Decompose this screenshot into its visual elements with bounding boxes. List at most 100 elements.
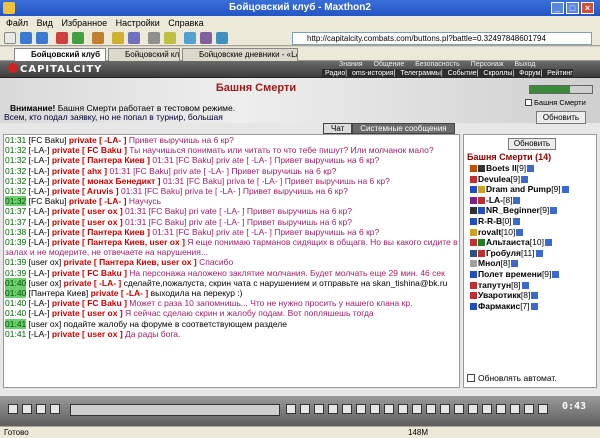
- user-list-item[interactable]: -LA-[8]: [470, 195, 596, 206]
- option-icon[interactable]: [342, 404, 352, 414]
- user-name[interactable]: Уваротикк: [478, 290, 521, 300]
- user-name[interactable]: R-R-B: [478, 216, 502, 226]
- option-icon[interactable]: [440, 404, 450, 414]
- chat-private[interactable]: private [ Пантера Киев, user ox ]: [52, 237, 185, 247]
- option-icon[interactable]: [412, 404, 422, 414]
- chat-nick[interactable]: [user ox]: [29, 257, 62, 267]
- chat-nick[interactable]: [-LA-]: [29, 329, 50, 339]
- user-name[interactable]: Мнол: [478, 258, 501, 268]
- nav-security[interactable]: Безопасность: [415, 61, 460, 68]
- info-icon[interactable]: [552, 270, 560, 278]
- scroll-icon[interactable]: [328, 404, 338, 414]
- browser-tab[interactable]: Бойцовские дневники - «LA» - ...: [182, 48, 298, 61]
- address-bar[interactable]: http://capitalcity.combats.com/buttons.p…: [292, 32, 592, 45]
- pen-icon[interactable]: [164, 32, 176, 44]
- user-list-item[interactable]: Devulea[9]: [470, 174, 596, 185]
- nav-communication[interactable]: Общение: [374, 61, 405, 68]
- tab-system-messages[interactable]: Системные сообщения: [352, 123, 455, 134]
- refresh-icon[interactable]: [72, 32, 84, 44]
- chat-nick[interactable]: [FC Baku]: [29, 196, 67, 206]
- sound-icon[interactable]: [314, 404, 324, 414]
- chat-nick[interactable]: [-LA-]: [29, 268, 50, 278]
- menu-file[interactable]: Файл: [6, 18, 28, 28]
- chat-private[interactable]: private [ user ox ]: [52, 329, 123, 339]
- info-icon[interactable]: [511, 260, 519, 268]
- split-icon[interactable]: [200, 32, 212, 44]
- chat-private[interactable]: private [ user ox ]: [52, 206, 123, 216]
- chat-nick[interactable]: [-LA-]: [29, 155, 50, 165]
- browser-tab[interactable]: Бойцовский клуб: [108, 48, 180, 61]
- chat-nick[interactable]: [user ox]: [29, 278, 62, 288]
- nav-exit[interactable]: Выход: [514, 61, 535, 68]
- stop-icon[interactable]: [56, 32, 68, 44]
- menu-help[interactable]: Справка: [168, 18, 203, 28]
- option-icon[interactable]: [510, 404, 520, 414]
- browser-tab[interactable]: Бойцовский клуб: [14, 48, 106, 61]
- chat-private[interactable]: private [ user ox ]: [52, 308, 123, 318]
- chat-private[interactable]: private [ -LA- ]: [69, 135, 127, 145]
- tower-checkbox[interactable]: Башня Смерти: [525, 98, 586, 107]
- refresh-top-button[interactable]: Обновить: [536, 111, 586, 124]
- tab-chat[interactable]: Чат: [323, 123, 353, 134]
- user-list-item[interactable]: тапутун[8]: [470, 280, 596, 291]
- chat-nick[interactable]: [-LA-]: [29, 166, 50, 176]
- option-icon[interactable]: [370, 404, 380, 414]
- info-icon[interactable]: [521, 281, 529, 289]
- color-icon[interactable]: [22, 404, 32, 414]
- chat-private[interactable]: private [ -LA- ]: [91, 288, 149, 298]
- option-icon[interactable]: [496, 404, 506, 414]
- history-icon[interactable]: [128, 32, 140, 44]
- translit-icon[interactable]: [36, 404, 46, 414]
- nav-forum[interactable]: Форум: [519, 70, 540, 77]
- favorites-icon[interactable]: [112, 32, 124, 44]
- chat-nick[interactable]: [-LA-]: [29, 217, 50, 227]
- user-list-item[interactable]: Dram and Pump[9]: [470, 184, 596, 195]
- maximize-button[interactable]: □: [566, 2, 579, 14]
- user-list-item[interactable]: Фармакис[7]: [470, 301, 596, 312]
- user-name[interactable]: -LA-: [486, 195, 503, 205]
- nav-radio[interactable]: Радио: [325, 70, 345, 77]
- chat-private[interactable]: private [ Пантера Киев, user ox ]: [64, 257, 197, 267]
- refresh-users-button[interactable]: Обновить: [508, 138, 556, 150]
- info-icon[interactable]: [550, 207, 558, 215]
- chat-private[interactable]: private [ FC Baku ]: [52, 268, 127, 278]
- close-button[interactable]: ×: [581, 2, 594, 14]
- clear-icon[interactable]: [50, 404, 60, 414]
- mail-icon[interactable]: [184, 32, 196, 44]
- info-icon[interactable]: [516, 228, 524, 236]
- chat-private[interactable]: private [ Aruvis ]: [52, 186, 119, 196]
- info-icon[interactable]: [544, 239, 552, 247]
- home-icon[interactable]: [92, 32, 104, 44]
- smile-icon[interactable]: [8, 404, 18, 414]
- user-name[interactable]: Devulea: [478, 174, 511, 184]
- option-icon[interactable]: [384, 404, 394, 414]
- info-icon[interactable]: [535, 249, 543, 257]
- tools-icon[interactable]: [148, 32, 160, 44]
- user-name[interactable]: Boets II: [486, 163, 517, 173]
- chat-nick[interactable]: [-LA-]: [29, 176, 50, 186]
- user-name[interactable]: Полет времени: [478, 269, 542, 279]
- info-icon[interactable]: [530, 302, 538, 310]
- nav-event[interactable]: Событие: [448, 70, 477, 77]
- nav-rating[interactable]: Рейтинг: [547, 70, 573, 77]
- user-name[interactable]: Гробуля: [486, 248, 521, 258]
- chat-nick[interactable]: [-LA-]: [29, 186, 50, 196]
- chat-input[interactable]: [70, 404, 280, 416]
- chat-log[interactable]: 01:31 [FC Baku] private [ -LA- ] Привет …: [3, 134, 460, 388]
- option-icon[interactable]: [538, 404, 548, 414]
- chat-nick[interactable]: [-LA-]: [29, 308, 50, 318]
- nav-telegrams[interactable]: Телеграммы: [400, 70, 441, 77]
- user-name[interactable]: Альтаиста: [486, 237, 530, 247]
- option-icon[interactable]: [426, 404, 436, 414]
- info-icon[interactable]: [521, 175, 529, 183]
- user-list-item[interactable]: Альтаиста[10]: [470, 237, 596, 248]
- user-list-item[interactable]: Гробуля[11]: [470, 248, 596, 259]
- user-name[interactable]: Dram and Pump: [486, 184, 551, 194]
- chat-private[interactable]: private [ Пантера Киев ]: [52, 155, 150, 165]
- chat-nick[interactable]: [-LA-]: [29, 237, 50, 247]
- menu-view[interactable]: Вид: [37, 18, 53, 28]
- auto-refresh-checkbox[interactable]: Обновлять автомат.: [467, 373, 557, 383]
- chat-nick[interactable]: [-LA-]: [29, 227, 50, 237]
- chat-nick[interactable]: [-LA-]: [29, 298, 50, 308]
- user-name[interactable]: тапутун: [478, 280, 511, 290]
